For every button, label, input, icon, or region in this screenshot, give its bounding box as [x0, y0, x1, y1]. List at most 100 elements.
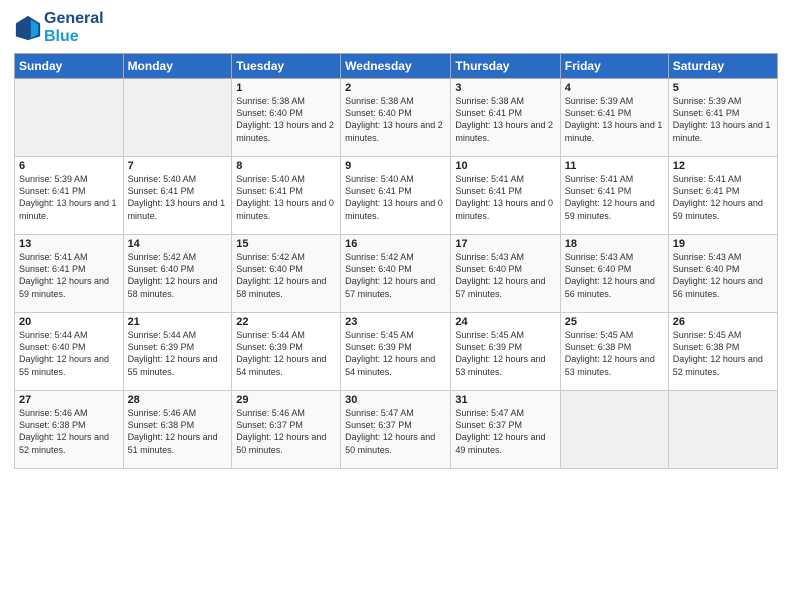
weekday-header-saturday: Saturday — [668, 54, 777, 79]
calendar-week-row: 13Sunrise: 5:41 AMSunset: 6:41 PMDayligh… — [15, 235, 778, 313]
day-number: 15 — [236, 238, 336, 250]
weekday-header-thursday: Thursday — [451, 54, 560, 79]
day-number: 1 — [236, 82, 336, 94]
day-info: Sunrise: 5:46 AMSunset: 6:38 PMDaylight:… — [19, 407, 119, 456]
day-number: 27 — [19, 394, 119, 406]
day-info: Sunrise: 5:41 AMSunset: 6:41 PMDaylight:… — [673, 173, 773, 222]
day-info: Sunrise: 5:45 AMSunset: 6:39 PMDaylight:… — [455, 329, 555, 378]
day-info: Sunrise: 5:43 AMSunset: 6:40 PMDaylight:… — [565, 251, 664, 300]
calendar-cell: 27Sunrise: 5:46 AMSunset: 6:38 PMDayligh… — [15, 391, 124, 469]
weekday-header-tuesday: Tuesday — [232, 54, 341, 79]
calendar-cell: 9Sunrise: 5:40 AMSunset: 6:41 PMDaylight… — [341, 157, 451, 235]
calendar-cell: 2Sunrise: 5:38 AMSunset: 6:40 PMDaylight… — [341, 79, 451, 157]
weekday-header-sunday: Sunday — [15, 54, 124, 79]
calendar-cell: 5Sunrise: 5:39 AMSunset: 6:41 PMDaylight… — [668, 79, 777, 157]
calendar-cell: 20Sunrise: 5:44 AMSunset: 6:40 PMDayligh… — [15, 313, 124, 391]
day-info: Sunrise: 5:40 AMSunset: 6:41 PMDaylight:… — [236, 173, 336, 222]
day-info: Sunrise: 5:44 AMSunset: 6:40 PMDaylight:… — [19, 329, 119, 378]
calendar-cell: 12Sunrise: 5:41 AMSunset: 6:41 PMDayligh… — [668, 157, 777, 235]
weekday-header-friday: Friday — [560, 54, 668, 79]
calendar-cell: 24Sunrise: 5:45 AMSunset: 6:39 PMDayligh… — [451, 313, 560, 391]
day-number: 26 — [673, 316, 773, 328]
day-info: Sunrise: 5:41 AMSunset: 6:41 PMDaylight:… — [455, 173, 555, 222]
day-number: 5 — [673, 82, 773, 94]
day-info: Sunrise: 5:42 AMSunset: 6:40 PMDaylight:… — [236, 251, 336, 300]
day-info: Sunrise: 5:38 AMSunset: 6:40 PMDaylight:… — [345, 95, 446, 144]
day-number: 23 — [345, 316, 446, 328]
calendar-cell — [15, 79, 124, 157]
day-number: 3 — [455, 82, 555, 94]
day-number: 8 — [236, 160, 336, 172]
calendar-week-row: 6Sunrise: 5:39 AMSunset: 6:41 PMDaylight… — [15, 157, 778, 235]
calendar-week-row: 20Sunrise: 5:44 AMSunset: 6:40 PMDayligh… — [15, 313, 778, 391]
logo-text-line2: Blue — [44, 28, 104, 46]
calendar-cell: 18Sunrise: 5:43 AMSunset: 6:40 PMDayligh… — [560, 235, 668, 313]
day-number: 31 — [455, 394, 555, 406]
calendar-cell: 19Sunrise: 5:43 AMSunset: 6:40 PMDayligh… — [668, 235, 777, 313]
day-number: 18 — [565, 238, 664, 250]
day-info: Sunrise: 5:40 AMSunset: 6:41 PMDaylight:… — [128, 173, 228, 222]
logo: General Blue — [14, 10, 104, 45]
day-info: Sunrise: 5:38 AMSunset: 6:41 PMDaylight:… — [455, 95, 555, 144]
day-number: 19 — [673, 238, 773, 250]
day-info: Sunrise: 5:45 AMSunset: 6:39 PMDaylight:… — [345, 329, 446, 378]
calendar-cell: 21Sunrise: 5:44 AMSunset: 6:39 PMDayligh… — [123, 313, 232, 391]
calendar-cell: 22Sunrise: 5:44 AMSunset: 6:39 PMDayligh… — [232, 313, 341, 391]
calendar-cell — [668, 391, 777, 469]
day-number: 24 — [455, 316, 555, 328]
logo-text-line1: General — [44, 10, 104, 28]
day-info: Sunrise: 5:43 AMSunset: 6:40 PMDaylight:… — [455, 251, 555, 300]
calendar-cell: 23Sunrise: 5:45 AMSunset: 6:39 PMDayligh… — [341, 313, 451, 391]
day-number: 6 — [19, 160, 119, 172]
day-number: 20 — [19, 316, 119, 328]
day-number: 28 — [128, 394, 228, 406]
day-info: Sunrise: 5:45 AMSunset: 6:38 PMDaylight:… — [673, 329, 773, 378]
weekday-header-wednesday: Wednesday — [341, 54, 451, 79]
day-info: Sunrise: 5:39 AMSunset: 6:41 PMDaylight:… — [19, 173, 119, 222]
day-number: 7 — [128, 160, 228, 172]
day-number: 2 — [345, 82, 446, 94]
day-info: Sunrise: 5:47 AMSunset: 6:37 PMDaylight:… — [455, 407, 555, 456]
day-number: 13 — [19, 238, 119, 250]
calendar-page: General Blue SundayMondayTuesdayWednesda… — [0, 0, 792, 612]
calendar-table: SundayMondayTuesdayWednesdayThursdayFrid… — [14, 53, 778, 469]
calendar-cell: 17Sunrise: 5:43 AMSunset: 6:40 PMDayligh… — [451, 235, 560, 313]
calendar-cell: 16Sunrise: 5:42 AMSunset: 6:40 PMDayligh… — [341, 235, 451, 313]
calendar-cell: 31Sunrise: 5:47 AMSunset: 6:37 PMDayligh… — [451, 391, 560, 469]
day-info: Sunrise: 5:46 AMSunset: 6:37 PMDaylight:… — [236, 407, 336, 456]
day-number: 21 — [128, 316, 228, 328]
calendar-cell: 6Sunrise: 5:39 AMSunset: 6:41 PMDaylight… — [15, 157, 124, 235]
day-info: Sunrise: 5:43 AMSunset: 6:40 PMDaylight:… — [673, 251, 773, 300]
day-info: Sunrise: 5:41 AMSunset: 6:41 PMDaylight:… — [565, 173, 664, 222]
calendar-cell — [123, 79, 232, 157]
day-info: Sunrise: 5:47 AMSunset: 6:37 PMDaylight:… — [345, 407, 446, 456]
calendar-cell: 11Sunrise: 5:41 AMSunset: 6:41 PMDayligh… — [560, 157, 668, 235]
day-number: 30 — [345, 394, 446, 406]
calendar-cell: 4Sunrise: 5:39 AMSunset: 6:41 PMDaylight… — [560, 79, 668, 157]
day-info: Sunrise: 5:41 AMSunset: 6:41 PMDaylight:… — [19, 251, 119, 300]
weekday-header-monday: Monday — [123, 54, 232, 79]
day-number: 4 — [565, 82, 664, 94]
day-info: Sunrise: 5:38 AMSunset: 6:40 PMDaylight:… — [236, 95, 336, 144]
day-number: 29 — [236, 394, 336, 406]
header: General Blue — [14, 10, 778, 45]
day-number: 14 — [128, 238, 228, 250]
calendar-week-row: 27Sunrise: 5:46 AMSunset: 6:38 PMDayligh… — [15, 391, 778, 469]
logo-icon — [14, 14, 42, 42]
day-info: Sunrise: 5:44 AMSunset: 6:39 PMDaylight:… — [236, 329, 336, 378]
day-number: 17 — [455, 238, 555, 250]
calendar-cell: 14Sunrise: 5:42 AMSunset: 6:40 PMDayligh… — [123, 235, 232, 313]
day-info: Sunrise: 5:39 AMSunset: 6:41 PMDaylight:… — [565, 95, 664, 144]
calendar-cell: 26Sunrise: 5:45 AMSunset: 6:38 PMDayligh… — [668, 313, 777, 391]
day-info: Sunrise: 5:46 AMSunset: 6:38 PMDaylight:… — [128, 407, 228, 456]
day-info: Sunrise: 5:40 AMSunset: 6:41 PMDaylight:… — [345, 173, 446, 222]
weekday-header-row: SundayMondayTuesdayWednesdayThursdayFrid… — [15, 54, 778, 79]
calendar-cell: 7Sunrise: 5:40 AMSunset: 6:41 PMDaylight… — [123, 157, 232, 235]
day-info: Sunrise: 5:42 AMSunset: 6:40 PMDaylight:… — [128, 251, 228, 300]
calendar-cell — [560, 391, 668, 469]
calendar-cell: 28Sunrise: 5:46 AMSunset: 6:38 PMDayligh… — [123, 391, 232, 469]
calendar-cell: 8Sunrise: 5:40 AMSunset: 6:41 PMDaylight… — [232, 157, 341, 235]
day-number: 12 — [673, 160, 773, 172]
day-number: 10 — [455, 160, 555, 172]
calendar-week-row: 1Sunrise: 5:38 AMSunset: 6:40 PMDaylight… — [15, 79, 778, 157]
